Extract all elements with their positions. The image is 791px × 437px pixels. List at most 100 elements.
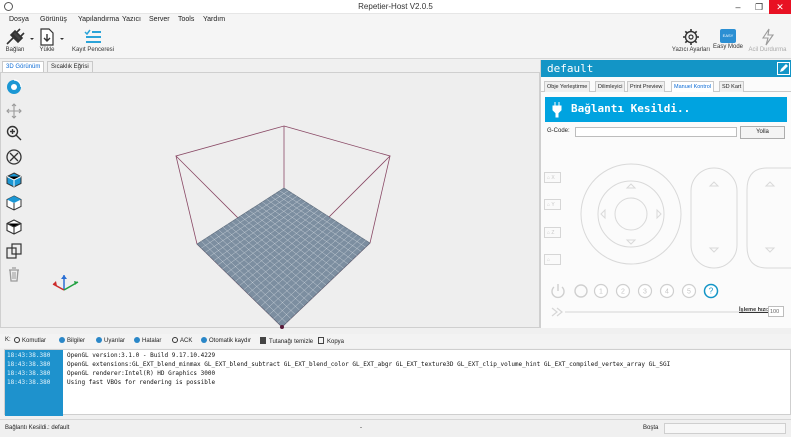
fan-icon[interactable] (574, 284, 588, 298)
status-progress-box (664, 423, 786, 434)
extruder-buttons: 1 2 3 4 5? (593, 283, 719, 299)
connect-button[interactable]: Bağlan (2, 26, 28, 59)
jog-controls: 1 2 3 4 5? (551, 163, 791, 317)
tab-object-placement[interactable]: Obje Yerleştirme (544, 81, 591, 92)
edit-icon[interactable] (777, 62, 790, 75)
tab-3d-view[interactable]: 3D Görünüm (2, 61, 45, 72)
radio-off-icon (172, 337, 178, 343)
tab-temperature-curve[interactable]: Sıcaklık Eğrisi (47, 61, 93, 72)
tab-manual-control[interactable]: Manuel Kontrol (671, 81, 714, 92)
xy-jog-up-arrow[interactable] (625, 183, 637, 189)
menu-tools[interactable]: Tools (178, 16, 194, 23)
power-icon[interactable] (551, 284, 565, 299)
3d-viewport[interactable] (0, 72, 540, 329)
radio-on-icon (96, 337, 102, 343)
load-button[interactable]: Yükle (36, 26, 58, 59)
plug-icon (6, 28, 25, 45)
gear-icon (683, 29, 699, 45)
extruder-button-label: 2 (621, 289, 625, 296)
print-bed-grid (196, 187, 371, 329)
close-button[interactable]: ✕ (769, 0, 791, 14)
extruder-button-label: ? (709, 287, 714, 296)
connect-dropdown-icon[interactable] (28, 26, 36, 59)
tab-print-preview[interactable]: Print Preview (627, 81, 666, 92)
plug-icon (552, 102, 562, 118)
clear-log-button[interactable]: Tutanağı temizle (260, 337, 313, 345)
menu-file[interactable]: Dosya (9, 16, 29, 23)
printer-name: default (547, 62, 594, 75)
log-panel[interactable]: 18:43:38.380 OpenGL version:3.1.0 - Build… (4, 349, 791, 416)
fast-forward-icon[interactable] (551, 307, 563, 317)
trash-icon (260, 337, 266, 344)
xy-jog-left-arrow[interactable] (600, 208, 606, 220)
filter-warnings[interactable]: Uyarılar (96, 337, 125, 344)
status-connection: Bağlantı Kesildi.: default (5, 425, 70, 431)
filter-info[interactable]: Bilgiler (59, 337, 85, 344)
extruder-jog-up-arrow[interactable] (764, 181, 776, 187)
gcode-label: G-Code: (547, 128, 570, 134)
maximize-button[interactable]: ❐ (748, 0, 770, 14)
tab-slicer[interactable]: Dilimleyici (595, 81, 626, 92)
log-row: 18:43:38.380 OpenGL extensions:GL_EXT_ble… (7, 361, 671, 368)
send-gcode-button[interactable]: Yolla (740, 126, 785, 139)
print-bed (196, 187, 371, 328)
filter-errors[interactable]: Hatalar (134, 337, 161, 344)
menu-help[interactable]: Yardım (203, 16, 225, 23)
gcode-input[interactable] (575, 127, 737, 137)
xy-jog-ring[interactable] (580, 163, 682, 265)
speed-input[interactable]: 100 (768, 306, 784, 317)
menu-printer[interactable]: Yazıcı (122, 16, 141, 23)
menu-config[interactable]: Yapılandırma (78, 16, 119, 23)
extruder-jog-down-arrow[interactable] (764, 247, 776, 253)
printer-panel: default Obje Yerleştirme Dilimleyici Pri… (540, 60, 791, 328)
repetier-host-window: Repetier-Host V2.0.5 – ❐ ✕ Dosya Görünüş… (0, 0, 791, 437)
minimize-button[interactable]: – (727, 0, 749, 14)
autoscroll-toggle[interactable]: Otomatik kaydır (201, 337, 251, 344)
print-head-marker (280, 325, 284, 329)
log-row: 18:43:38.380 OpenGL version:3.1.0 - Build… (7, 352, 216, 359)
toolbar: Bağlan Yükle Kayıt Penceresi Yazıcı Ayar… (0, 26, 791, 59)
copy-icon (318, 337, 324, 344)
save-job-button[interactable]: Kayıt Penceresi (66, 26, 120, 59)
lightning-icon (761, 28, 774, 46)
log-filter-bar: K: Komutlar Bilgiler Uyarılar Hatalar AC… (0, 334, 791, 348)
connection-status-text: Bağlantı Kesildi.. (571, 102, 691, 115)
xy-jog-center (614, 197, 648, 231)
print-volume-scene (52, 125, 391, 329)
emergency-stop-button[interactable]: Acil Durdurma (744, 26, 791, 59)
filter-ack[interactable]: ACK (172, 337, 192, 344)
load-file-icon (40, 28, 54, 46)
printer-tabs: Obje Yerleştirme Dilimleyici Print Previ… (541, 80, 791, 92)
tab-sd-card[interactable]: SD Kart (719, 81, 745, 92)
xy-jog-inner-ring (597, 180, 665, 248)
easy-mode-button[interactable]: EASY Easy Mode (712, 26, 744, 59)
speed-label: İşleme hızı: (739, 307, 769, 313)
radio-on-icon (59, 337, 65, 343)
status-idle: Boşta (643, 425, 659, 431)
log-row: 18:43:38.380 OpenGL renderer:Intel(R) HD … (7, 370, 216, 377)
log-prefix: K: (5, 337, 11, 343)
z-jog-panel[interactable] (690, 167, 738, 269)
menu-bar: Dosya Görünüş Yapılandırma Yazıcı Server… (0, 14, 791, 26)
printer-header: default (541, 60, 791, 77)
filter-commands[interactable]: Komutlar (14, 337, 46, 344)
copy-log-button[interactable]: Kopya (318, 337, 344, 345)
window-title: Repetier-Host V2.0.5 (358, 2, 433, 11)
extruder-button-label: 1 (599, 289, 603, 296)
axis-gizmo (52, 275, 79, 291)
printer-settings-button[interactable]: Yazıcı Ayarları (670, 26, 712, 59)
z-jog-down-arrow[interactable] (708, 247, 720, 253)
extruder-button-label: 4 (665, 289, 669, 296)
title-bar: Repetier-Host V2.0.5 – ❐ ✕ (0, 0, 791, 14)
easy-mode-badge: EASY (720, 29, 736, 43)
connection-status-banner: Bağlantı Kesildi.. (545, 97, 787, 122)
xy-jog-down-arrow[interactable] (625, 239, 637, 245)
menu-server[interactable]: Server (149, 16, 170, 23)
status-progress: - (360, 425, 362, 431)
menu-view[interactable]: Görünüş (40, 16, 67, 23)
radio-off-icon (14, 337, 20, 343)
extruder-button-label: 3 (643, 289, 647, 296)
z-jog-up-arrow[interactable] (708, 181, 720, 187)
load-dropdown-icon[interactable] (58, 26, 66, 59)
xy-jog-right-arrow[interactable] (656, 208, 662, 220)
